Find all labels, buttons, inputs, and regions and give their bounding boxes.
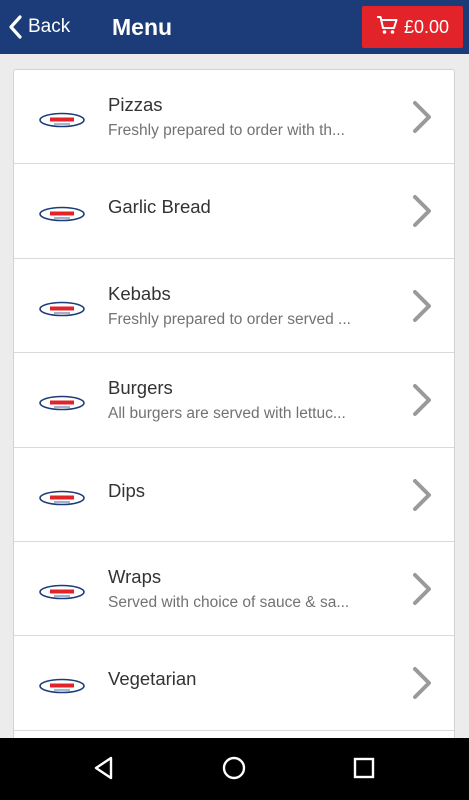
menu-item-description: Served with choice of sauce & sa... — [108, 593, 350, 611]
menu-item-name: Burgers — [108, 377, 173, 399]
restaurant-logo — [38, 584, 86, 600]
menu-item-description: Freshly prepared to order served ... — [108, 310, 351, 328]
restaurant-logo — [38, 206, 86, 222]
triangle-back-icon — [91, 755, 117, 785]
menu-item-name: Garlic Bread — [108, 196, 211, 218]
menu-item-name: Dips — [108, 479, 146, 501]
chevron-right-icon — [412, 572, 432, 610]
page-title: Menu — [112, 14, 173, 40]
restaurant-logo — [38, 678, 86, 694]
menu-item-vegetarian[interactable]: Vegetarian — [14, 636, 454, 731]
restaurant-logo — [38, 395, 86, 411]
menu-item-garlic-bread[interactable]: Garlic Bread — [14, 164, 454, 259]
chevron-right-icon — [412, 478, 432, 516]
chevron-right-icon — [412, 289, 432, 327]
shopping-cart-icon — [376, 15, 398, 39]
chevron-right-icon — [412, 194, 432, 232]
menu-item-name: Pizzas — [108, 94, 163, 115]
chevron-right-icon — [412, 666, 432, 704]
restaurant-logo — [38, 112, 86, 128]
chevron-left-icon — [8, 15, 22, 39]
chevron-right-icon — [412, 383, 432, 421]
cart-button[interactable]: £0.00 — [362, 6, 463, 48]
restaurant-logo — [38, 490, 86, 506]
menu-item-description: Freshly prepared to order with th... — [108, 122, 345, 139]
menu-item-name: Kebabs — [108, 282, 171, 304]
system-navigation-bar — [0, 738, 469, 800]
circle-home-icon — [221, 755, 247, 785]
restaurant-logo — [38, 301, 86, 317]
menu-item-burgers[interactable]: Burgers All burgers are served with lett… — [14, 353, 454, 448]
menu-item-dips[interactable]: Dips — [14, 448, 454, 542]
back-button[interactable]: Back — [8, 0, 70, 54]
menu-item-pizzas[interactable]: Pizzas Freshly prepared to order with th… — [14, 70, 454, 165]
menu-item-name: Wraps — [108, 565, 162, 587]
menu-item-kebabs[interactable]: Kebabs Freshly prepared to order served … — [14, 259, 454, 354]
menu-item-wraps[interactable]: Wraps Served with choice of sauce & sa..… — [14, 542, 454, 637]
menu-category-list: Pizzas Freshly prepared to order with th… — [13, 69, 455, 749]
app-header: Back Menu £0.00 — [0, 0, 469, 54]
square-recents-icon — [351, 755, 377, 785]
chevron-right-icon — [412, 100, 432, 138]
menu-item-name: Vegetarian — [108, 668, 197, 690]
nav-recents-button[interactable] — [349, 755, 379, 785]
nav-back-button[interactable] — [89, 755, 119, 785]
back-label: Back — [28, 16, 71, 37]
nav-home-button[interactable] — [219, 755, 249, 785]
menu-item-description: All burgers are served with lettuc... — [108, 405, 346, 423]
cart-total: £0.00 — [403, 16, 450, 37]
